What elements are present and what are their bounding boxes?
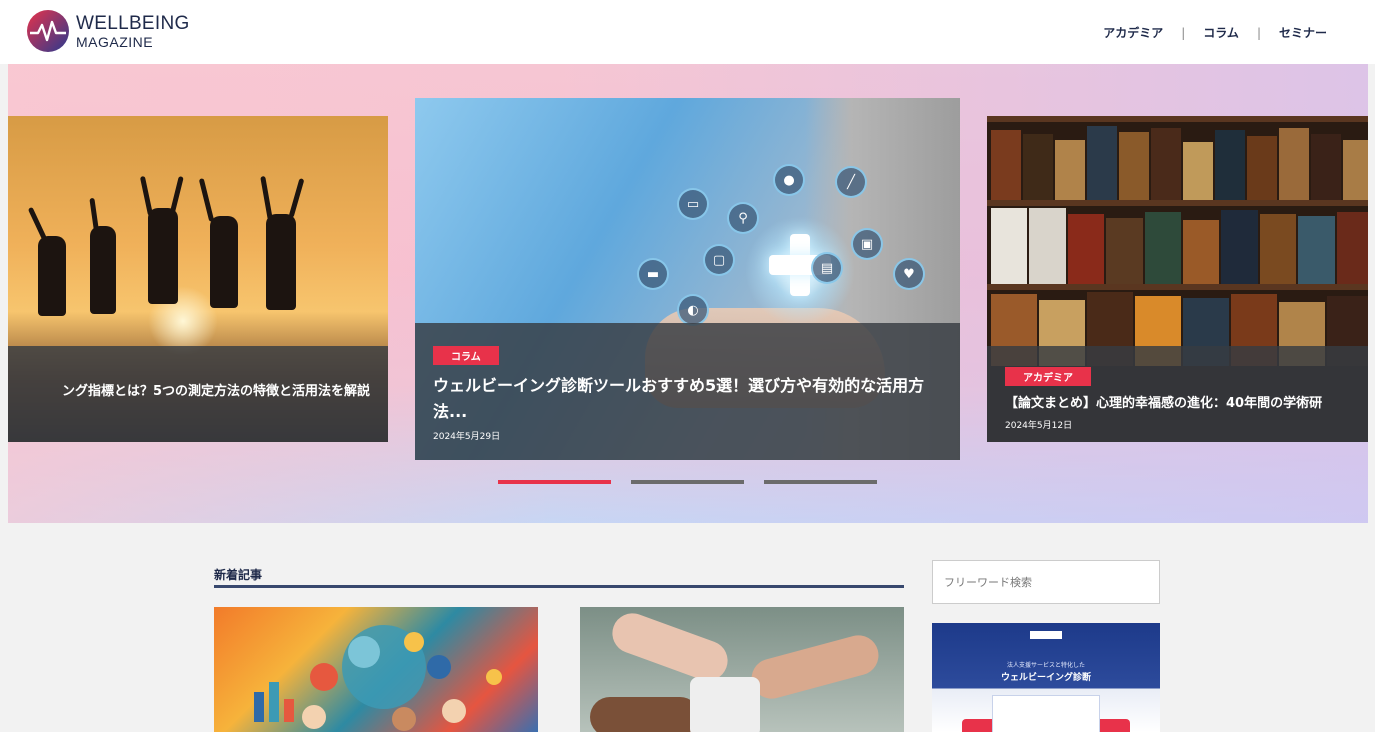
slide-title[interactable]: ウェルビーイング診断ツールおすすめ5選！選び方や有効的な活用方法...: [433, 373, 942, 425]
slide-title[interactable]: 【論文まとめ】心理的幸福感の進化：40年間の学術研: [1005, 394, 1368, 414]
carousel-slide-previous[interactable]: ング指標とは？5つの測定方法の特徴と活用法を解説: [8, 116, 388, 442]
silhouette-arm: [198, 178, 215, 222]
carousel-pagination: [498, 480, 877, 484]
ambulance-icon: ▬: [637, 258, 669, 290]
hand-image: [747, 630, 883, 704]
banner-subtitle: 法人支援サービスと特化した: [1006, 662, 1085, 669]
monitor-icon: ▢: [703, 244, 735, 276]
site-logo[interactable]: WELLBEING MAGAZINE: [26, 9, 190, 53]
banner-logo: [1030, 631, 1062, 639]
carousel-slide-next[interactable]: アカデミア 【論文まとめ】心理的幸福感の進化：40年間の学術研 2024年5月1…: [987, 116, 1368, 442]
nav-link-seminar[interactable]: セミナー: [1279, 24, 1327, 41]
doctor-icon: ●: [773, 164, 805, 196]
silhouette-person: [90, 226, 116, 314]
search-input[interactable]: [932, 560, 1160, 604]
silhouette-person: [266, 214, 296, 310]
logo-text-magazine: MAGAZINE: [76, 33, 154, 50]
hand-image: [606, 607, 734, 687]
pill-icon: ◐: [677, 294, 709, 326]
silhouette-person: [148, 208, 178, 304]
carousel-slide-current[interactable]: ▭ ⚲ ● ╱ ▣ ♥ ▤ ▢ ▬ ◐ コラム ウェルビーイング診断ツールおすす…: [415, 98, 960, 460]
silhouette-arm: [260, 175, 273, 221]
slide-title[interactable]: ング指標とは？5つの測定方法の特徴と活用法を解説: [62, 382, 370, 402]
hero-carousel: ング指標とは？5つの測定方法の特徴と活用法を解説 ▭ ⚲ ● ╱ ▣ ♥ ▤ ▢…: [8, 64, 1368, 523]
medical-bag-icon: ▣: [851, 228, 883, 260]
slide-caption: アカデミア 【論文まとめ】心理的幸福感の進化：40年間の学術研 2024年5月1…: [987, 346, 1368, 442]
slide-date: 2024年5月12日: [1005, 421, 1073, 431]
puzzle-piece-image: [690, 677, 760, 732]
book-row: [987, 206, 1368, 284]
silhouette-arm: [27, 206, 50, 246]
silhouette-arm: [288, 178, 305, 218]
nav-link-column[interactable]: コラム: [1203, 24, 1239, 41]
logo-text-wellbeing: WELLBEING: [76, 12, 190, 34]
syringe-icon: ╱: [835, 166, 867, 198]
heart-icon: ♥: [893, 258, 925, 290]
book-row: [987, 122, 1368, 200]
slide-date: 2024年5月29日: [433, 432, 501, 442]
article-card-thumbnail[interactable]: [214, 607, 538, 732]
banner-title: ウェルビーイング診断: [1000, 673, 1091, 683]
pagination-dot-2[interactable]: [631, 480, 744, 484]
main-nav: アカデミア | コラム | セミナー: [1103, 24, 1327, 41]
section-title-new-articles: 新着記事: [214, 566, 904, 588]
hand-image: [590, 697, 700, 732]
pagination-dot-3[interactable]: [764, 480, 877, 484]
slide-caption: コラム ウェルビーイング診断ツールおすすめ5選！選び方や有効的な活用方法... …: [415, 323, 960, 460]
wellbeing-illustration-image: [254, 625, 502, 731]
article-card-thumbnail[interactable]: [580, 607, 904, 732]
site-header: WELLBEING MAGAZINE アカデミア | コラム | セミナー: [0, 0, 1375, 64]
silhouette-arm: [139, 175, 154, 217]
banner-screenshot-image: [992, 695, 1100, 732]
category-tag[interactable]: コラム: [433, 346, 499, 365]
silhouette-person: [210, 216, 238, 308]
silhouette-person: [38, 236, 66, 316]
wellbeing-diagnosis-banner[interactable]: 法人支援サービスと特化した ウェルビーイング診断: [932, 623, 1160, 732]
pagination-dot-1[interactable]: [498, 480, 611, 484]
stethoscope-icon: ⚲: [727, 202, 759, 234]
nav-link-academia[interactable]: アカデミア: [1103, 24, 1163, 41]
logo-heartbeat-icon: [27, 10, 69, 52]
silhouette-arm: [169, 175, 184, 217]
slide-caption: ング指標とは？5つの測定方法の特徴と活用法を解説: [8, 346, 388, 442]
bed-icon: ▭: [677, 188, 709, 220]
nav-separator: |: [1181, 25, 1186, 40]
nav-separator: |: [1256, 25, 1261, 40]
category-tag[interactable]: アカデミア: [1005, 367, 1091, 386]
clipboard-icon: ▤: [811, 252, 843, 284]
